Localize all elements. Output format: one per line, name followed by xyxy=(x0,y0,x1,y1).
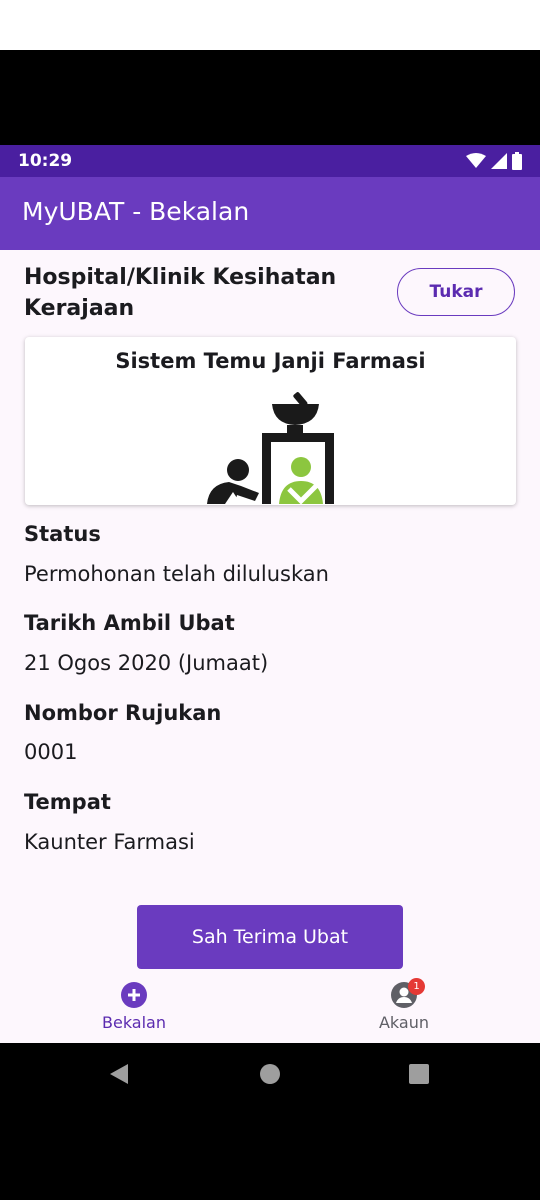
system-navigation-bar xyxy=(0,1043,540,1105)
nav-label-bekalan: Bekalan xyxy=(102,1013,166,1032)
main-content: Hospital/Klinik Kesihatan Kerajaan Tukar… xyxy=(0,250,540,970)
location-value: Kaunter Farmasi xyxy=(24,830,195,854)
facility-name: Hospital/Klinik Kesihatan Kerajaan xyxy=(24,265,337,321)
app-title: MyUBAT - Bekalan xyxy=(22,197,250,226)
nav-item-akaun[interactable]: 1 Akaun xyxy=(344,970,464,1043)
back-icon[interactable] xyxy=(108,1063,130,1085)
pharmacy-counter-illustration xyxy=(207,392,334,504)
signal-icon xyxy=(491,153,507,169)
status-value: Permohonan telah diluluskan xyxy=(24,562,329,586)
home-icon[interactable] xyxy=(259,1063,281,1085)
notification-badge: 1 xyxy=(408,978,425,995)
appointment-banner-card: Sistem Temu Janji Farmasi xyxy=(25,337,516,505)
confirm-receipt-button[interactable]: Sah Terima Ubat xyxy=(137,905,403,969)
wifi-icon xyxy=(466,153,486,168)
pickup-date-label: Tarikh Ambil Ubat xyxy=(24,611,235,635)
status-label: Status xyxy=(24,522,101,546)
battery-icon xyxy=(512,152,522,170)
nav-item-bekalan[interactable]: Bekalan xyxy=(74,970,194,1043)
reference-number-label: Nombor Rujukan xyxy=(24,701,222,725)
top-letterbox xyxy=(0,50,540,145)
location-label: Tempat xyxy=(24,790,111,814)
banner-title: Sistem Temu Janji Farmasi xyxy=(115,349,426,373)
bottom-navigation: Bekalan 1 Akaun xyxy=(0,970,540,1043)
status-time: 10:29 xyxy=(18,151,73,171)
app-bar: MyUBAT - Bekalan xyxy=(0,177,540,250)
top-margin xyxy=(0,0,540,50)
status-bar: 10:29 xyxy=(0,145,540,177)
reference-number-value: 0001 xyxy=(24,740,78,764)
status-icons xyxy=(466,152,522,170)
pickup-date-value: 21 Ogos 2020 (Jumaat) xyxy=(24,651,269,675)
nav-label-akaun: Akaun xyxy=(378,1013,429,1032)
bottom-letterbox xyxy=(0,1105,540,1200)
change-facility-button[interactable]: Tukar xyxy=(397,268,515,316)
recents-icon[interactable] xyxy=(408,1063,430,1085)
add-circle-icon xyxy=(121,982,147,1008)
